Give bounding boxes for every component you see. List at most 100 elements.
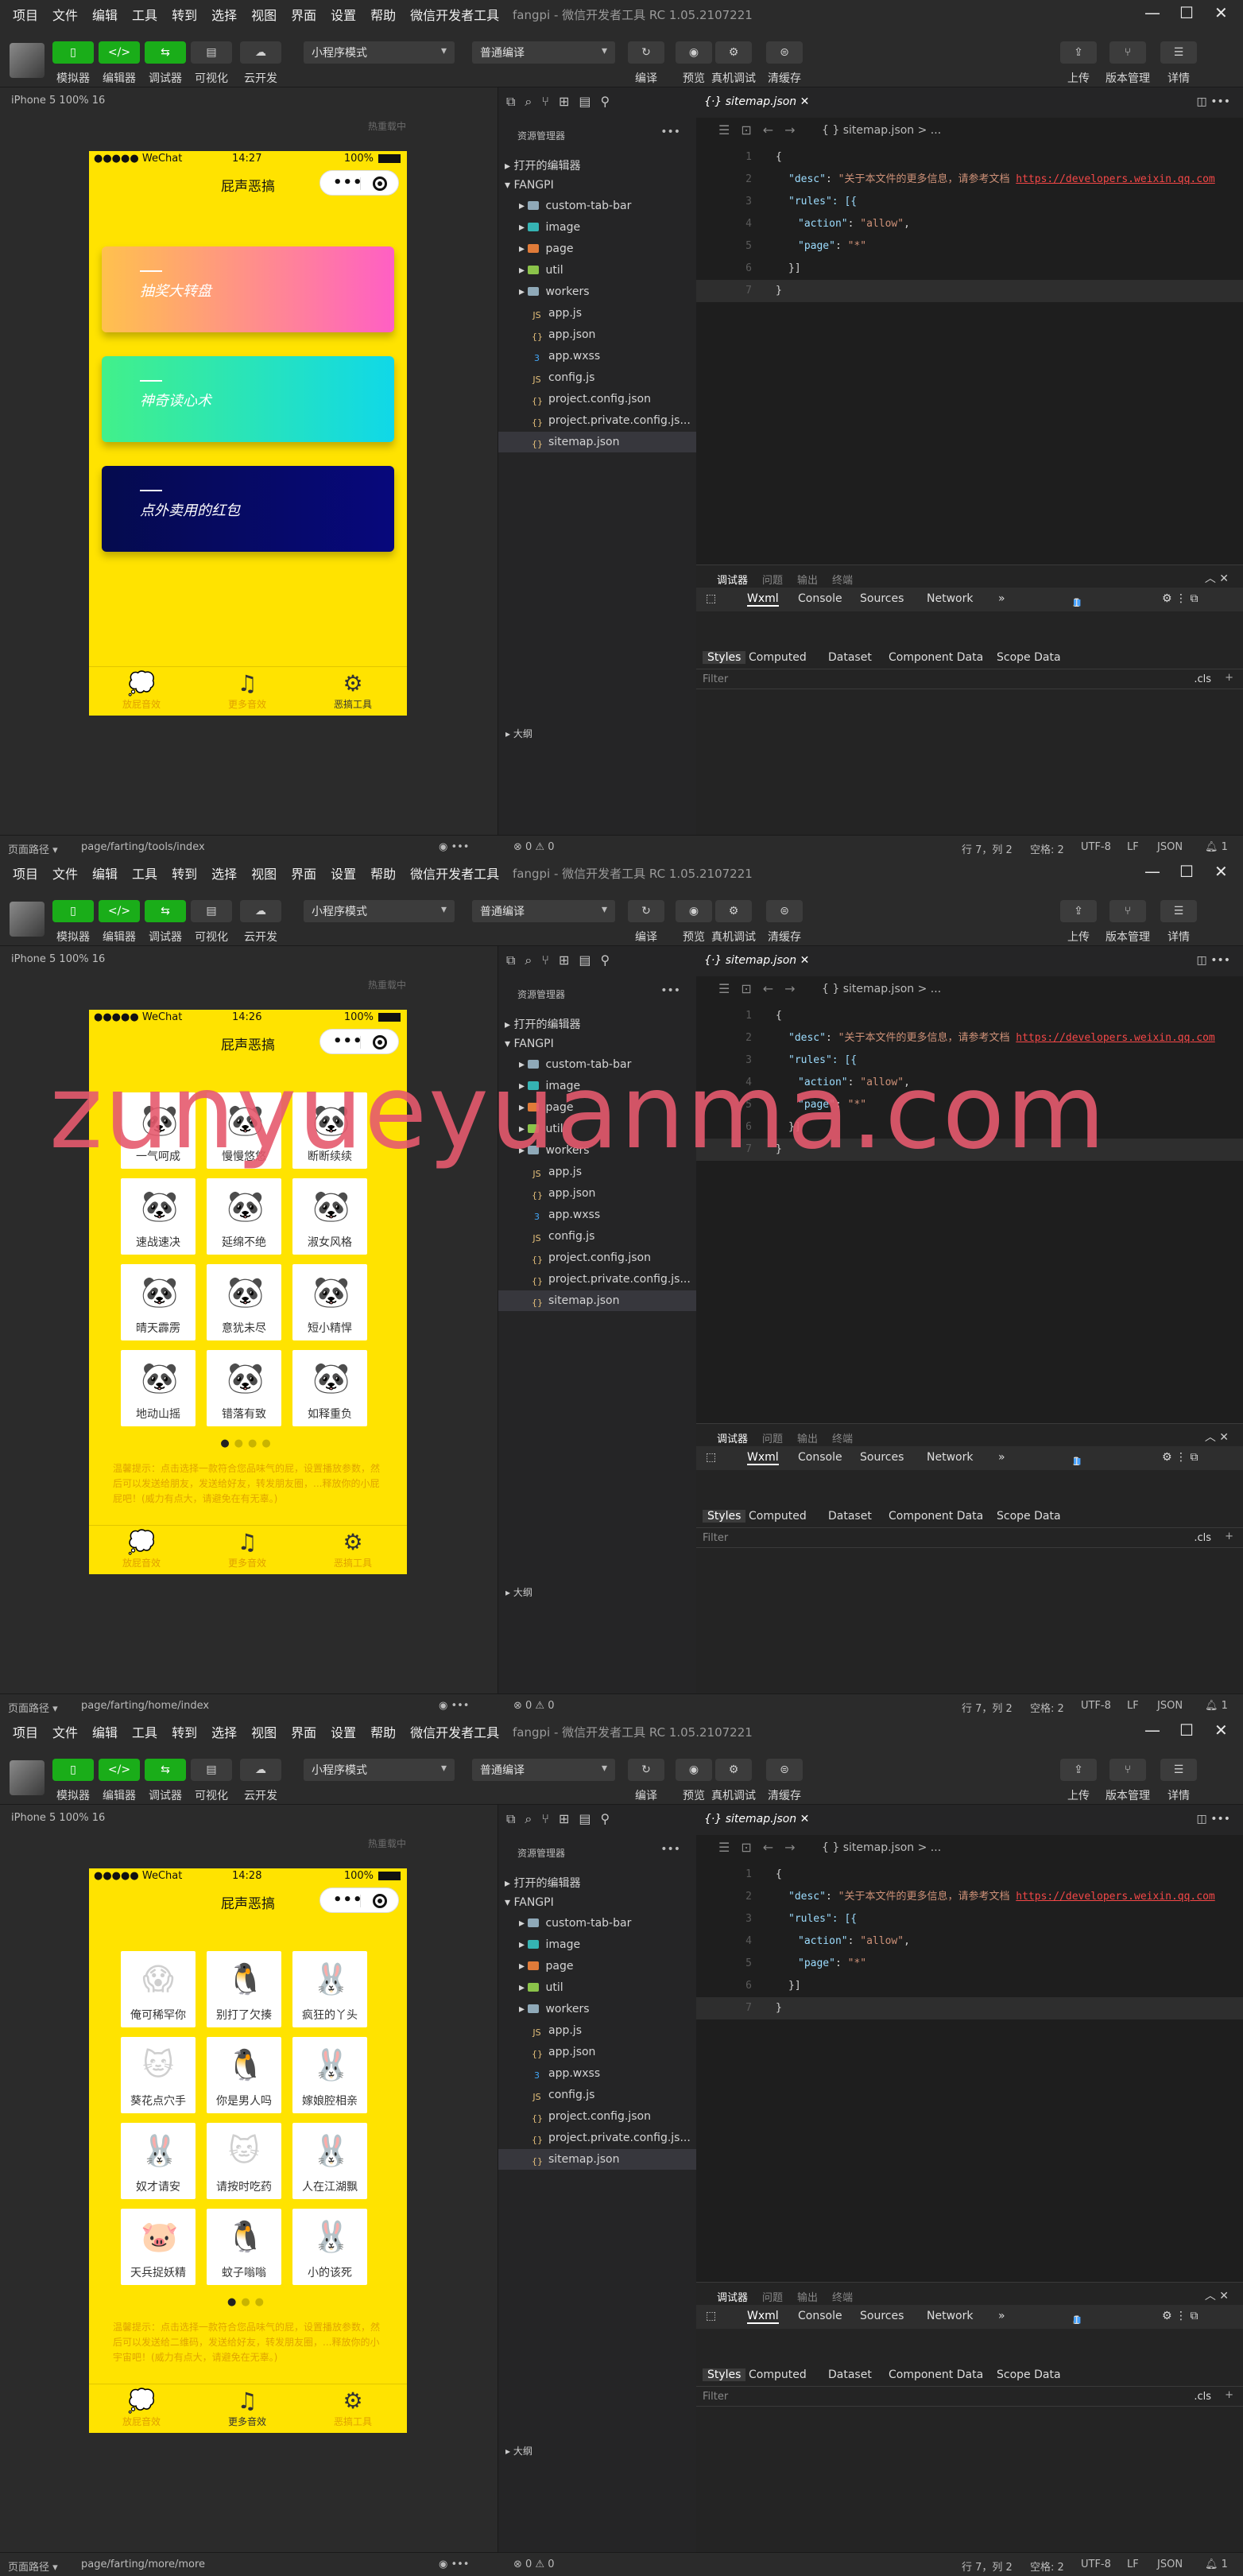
toolbar-right-button-2[interactable]: ⚙	[715, 900, 752, 922]
tree-item[interactable]: {} sitemap.json	[498, 432, 697, 452]
tree-item[interactable]: {} sitemap.json	[498, 2149, 697, 2170]
menu-capsule[interactable]: •••	[319, 1029, 399, 1054]
toolbar-far-button-0[interactable]: ⇪	[1060, 1759, 1097, 1781]
menu-item[interactable]: 编辑	[92, 1722, 118, 1741]
sound-item[interactable]: 🐧 别打了欠揍	[207, 1951, 281, 2027]
sound-item[interactable]: 🐱 葵花点穴手	[121, 2037, 196, 2113]
explorer-toolbar[interactable]: ⧉⌕⑂⊞▤⚲	[506, 94, 619, 110]
toolbar-right-button-2[interactable]: ⚙	[715, 41, 752, 64]
settings-icon[interactable]: ⚙ ⋮ ⧉	[1162, 2310, 1198, 2322]
toolbar-button-1[interactable]: </>	[99, 1759, 140, 1781]
avatar[interactable]	[10, 1760, 45, 1795]
menu-item[interactable]: 项目	[13, 5, 38, 24]
tree-item[interactable]: ▸ page	[498, 1956, 697, 1977]
menu-item[interactable]: 视图	[251, 5, 277, 24]
tree-item[interactable]: {} sitemap.json	[498, 1290, 697, 1311]
compile-select[interactable]: 普通编译	[472, 41, 615, 64]
menu-item[interactable]: 项目	[13, 863, 38, 883]
status-indent[interactable]: 空格: 2	[1030, 2559, 1064, 2574]
tool-card[interactable]: 神奇读心术	[102, 356, 394, 442]
mode-select[interactable]: 小程序模式	[304, 1759, 455, 1781]
menu-item[interactable]: 转到	[172, 5, 197, 24]
toolbar-button-0[interactable]: ▯	[52, 1759, 94, 1781]
menu-item[interactable]: 帮助	[370, 863, 396, 883]
cls-toggle[interactable]: .cls	[1194, 673, 1211, 685]
sound-item[interactable]: 🐼 淑女风格	[292, 1178, 367, 1255]
avatar[interactable]	[10, 902, 45, 937]
add-rule-icon[interactable]: +	[1225, 2389, 1233, 2401]
sound-item[interactable]: 🐼 晴天霹雳	[121, 1264, 196, 1340]
close-mini-icon[interactable]	[373, 1894, 387, 1908]
problems-count[interactable]: ⊗ 0 ⚠ 0	[513, 1700, 555, 1712]
toolbar-button-2[interactable]: ⇆	[145, 1759, 186, 1781]
toolbar-button-0[interactable]: ▯	[52, 41, 94, 64]
sound-item[interactable]: 🐼 速战速决	[121, 1178, 196, 1255]
sound-item[interactable]: 🐧 你是男人吗	[207, 2037, 281, 2113]
debugger-tab[interactable]: 调试器	[717, 1430, 748, 1445]
problems-count[interactable]: ⊗ 0 ⚠ 0	[513, 841, 555, 853]
tree-item[interactable]: ▸ util	[498, 1977, 697, 1998]
toolbar-far-button-2[interactable]: ☰	[1160, 900, 1197, 922]
styles-tab[interactable]: Scope Data	[997, 2368, 1061, 2381]
close-mini-icon[interactable]	[373, 177, 387, 191]
panel-controls[interactable]: ︿ ✕	[1205, 1429, 1229, 1445]
toolbar-button-1[interactable]: </>	[99, 900, 140, 922]
close-icon[interactable]: ✕	[1214, 862, 1228, 881]
devtools-tab[interactable]: Wxml	[747, 592, 779, 607]
toolbar-far-button-2[interactable]: ☰	[1160, 1759, 1197, 1781]
menu-item[interactable]: 转到	[172, 863, 197, 883]
breadcrumb[interactable]: { } sitemap.json > ...	[822, 124, 941, 137]
status-lang[interactable]: JSON	[1157, 841, 1183, 853]
sound-item[interactable]: 😱 俺可稀罕你	[121, 1951, 196, 2027]
devtools-tab[interactable]: Console	[798, 1451, 842, 1464]
menu-item[interactable]: 微信开发者工具	[410, 1722, 499, 1741]
status-indent[interactable]: 空格: 2	[1030, 841, 1064, 856]
debugger-tab[interactable]: 调试器	[717, 572, 748, 587]
menu-item[interactable]: 设置	[331, 5, 356, 24]
devtools-tab[interactable]: Sources	[860, 592, 904, 605]
devtools-tab[interactable]: Network	[927, 2310, 973, 2322]
debugger-tab[interactable]: 调试器	[717, 2289, 748, 2304]
compile-select[interactable]: 普通编译	[472, 1759, 615, 1781]
outline-section[interactable]: ▸ 大纲	[505, 1585, 532, 1599]
settings-icon[interactable]: ⚙ ⋮ ⧉	[1162, 1451, 1198, 1464]
menu-capsule[interactable]: •••	[319, 1887, 399, 1913]
tab-item-2[interactable]: ⚙ 恶搞工具	[313, 1529, 393, 1569]
status-lang[interactable]: JSON	[1157, 1700, 1183, 1712]
toolbar-far-button-1[interactable]: ⑂	[1109, 900, 1146, 922]
menu-item[interactable]: 项目	[13, 1722, 38, 1741]
split-editor-icon[interactable]: ◫ •••	[1197, 954, 1230, 967]
menu-item[interactable]: 选择	[211, 863, 237, 883]
toolbar-right-button-0[interactable]: ↻	[628, 900, 664, 922]
toolbar-far-button-1[interactable]: ⑂	[1109, 1759, 1146, 1781]
sound-item[interactable]: 🐱 请按时吃药	[207, 2123, 281, 2199]
pager-dots[interactable]: ●●●	[89, 2296, 407, 2308]
menu-item[interactable]: 选择	[211, 1722, 237, 1741]
tool-card[interactable]: 抽奖大转盘	[102, 246, 394, 332]
tree-item[interactable]: {} app.json	[498, 2042, 697, 2062]
toolbar-far-button-2[interactable]: ☰	[1160, 41, 1197, 64]
editor-nav-icons[interactable]: ☰⊡←→	[718, 122, 807, 138]
page-path[interactable]: page/farting/more/more	[81, 2559, 205, 2570]
sound-item[interactable]: 🐼 意犹未尽	[207, 1264, 281, 1340]
mode-select[interactable]: 小程序模式	[304, 41, 455, 64]
menu-item[interactable]: 工具	[132, 5, 157, 24]
menu-item[interactable]: 界面	[291, 1722, 316, 1741]
editor-tab[interactable]: {·} sitemap.json ✕	[704, 954, 809, 967]
tree-item[interactable]: ▸ util	[498, 260, 697, 281]
settings-icon[interactable]: ⚙ ⋮ ⧉	[1162, 592, 1198, 605]
inspect-icon[interactable]: ⬚	[706, 2310, 716, 2322]
tree-item[interactable]: 3 app.wxss	[498, 2063, 697, 2084]
menu-item[interactable]: 编辑	[92, 863, 118, 883]
sound-item[interactable]: 🐷 天兵捉妖精	[121, 2209, 196, 2285]
status-lang[interactable]: JSON	[1157, 2559, 1183, 2570]
close-icon[interactable]: ✕	[1214, 3, 1228, 22]
devtools-tab[interactable]: Console	[798, 2310, 842, 2322]
devtools-tab[interactable]: Sources	[860, 1451, 904, 1464]
tree-item[interactable]: ▸ image	[498, 217, 697, 238]
minimize-icon[interactable]: —	[1144, 862, 1160, 881]
tree-section[interactable]: ▾ FANGPI	[498, 175, 697, 196]
tab-item-0[interactable]: 💭 放屁音效	[102, 2388, 181, 2428]
toolbar-button-4[interactable]: ☁	[240, 1759, 281, 1781]
maximize-icon[interactable]: ☐	[1179, 862, 1194, 881]
